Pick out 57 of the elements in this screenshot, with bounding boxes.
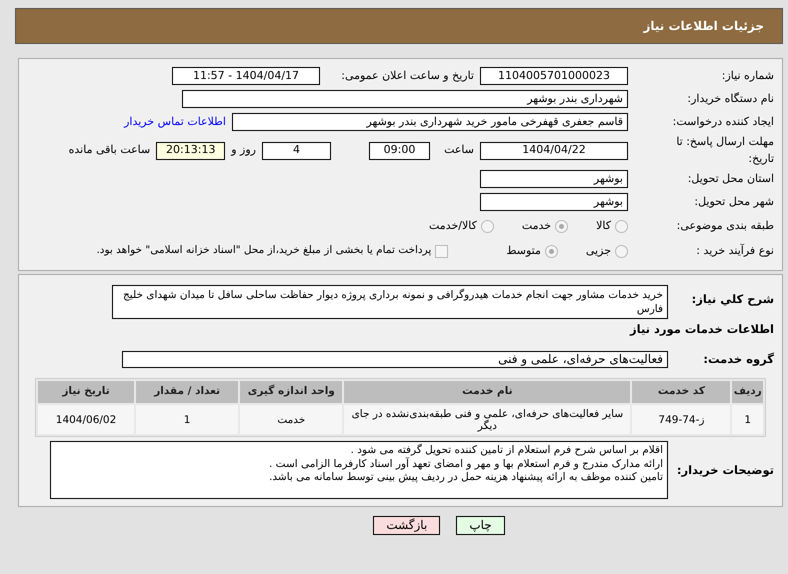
option-label: کالا/خدمت <box>429 218 477 234</box>
option-label: خدمت <box>522 218 552 234</box>
option-label: جزیی <box>586 242 611 259</box>
field-value: 1404/04/22 <box>480 142 628 160</box>
column-header: نام خدمت <box>344 381 630 404</box>
field-value: 4 <box>262 142 331 160</box>
radio-button[interactable] <box>615 244 628 258</box>
description-textarea[interactable]: خرید خدمات مشاور جهت انجام خدمات هیدروگرافی و نمونه برداری پروژه دیوار حفاظت ساحلی سافل تا میدان شهدای خلیج فارس <box>112 285 668 319</box>
contact-link[interactable]: اطلاعات تماس خریدار <box>124 114 226 130</box>
field-label: ساعت <box>443 142 474 158</box>
field-label: ساعت باقی مانده <box>68 142 150 158</box>
column-header: ردیف <box>732 381 763 404</box>
field-label: استان محل تحویل: <box>686 170 774 187</box>
field-label: نام دستگاه خریدار: <box>686 90 774 107</box>
field-value: 1104005701000023 <box>480 67 628 85</box>
field-value: شهرداری بندر بوشهر <box>182 90 628 108</box>
field-label: گروه خدمت: <box>702 350 774 368</box>
table-cell: خدمت <box>240 405 342 434</box>
field-label: ایجاد کننده درخواست: <box>672 114 774 130</box>
checkbox[interactable] <box>435 244 448 258</box>
radio-button[interactable] <box>615 220 628 232</box>
table-cell: 1404/06/02 <box>38 405 134 434</box>
back-button[interactable]: بازگشت <box>373 516 440 536</box>
field-value: 09:00 <box>369 142 430 160</box>
radio-button[interactable] <box>555 220 568 232</box>
column-header: تاریخ نیاز <box>38 381 134 404</box>
table-cell: سایر فعالیت‌های حرفه‌ای، علمی و فنی طبقه‌بندی‌نشده در جای دیگر <box>344 405 630 434</box>
field-label: توضیحات خریدار: <box>676 462 774 479</box>
column-header: کد خدمت <box>632 381 730 404</box>
column-header: واحد اندازه گیری <box>240 381 342 404</box>
field-value: 20:13:13 <box>156 142 226 160</box>
table-cell: 1 <box>136 405 238 434</box>
column-header: تعداد / مقدار <box>136 381 238 404</box>
print-button[interactable]: چاپ <box>456 516 505 536</box>
option-label: متوسط <box>506 242 541 259</box>
field-label: شماره نیاز: <box>720 68 774 84</box>
field-value: 1404/04/17 - 11:57 <box>172 67 320 85</box>
field-label: طبقه بندی موضوعی: <box>676 218 774 234</box>
field-label: شهر محل تحویل: <box>693 194 774 210</box>
notes-textarea[interactable]: اقلام بر اساس شرح فرم استعلام از تامین کننده تحویل گرفته می شود . ارائه مدارک مندرج و فرم استعلام بها و مهر و امضای تعهد آور اسناد کارفرما الزامی است . تامین کننده موظف به ارائه پیشنهاد هزینه حمل در ردیف پیش بینی توسط سامانه می باشد. <box>50 441 668 500</box>
field-value: قاسم جعفری قهفرخی مامور خرید شهرداری بندر بوشهر <box>232 113 628 131</box>
section-heading: اطلاعات خدمات مورد نیاز <box>628 321 774 338</box>
page-header: جزئیات اطلاعات نیاز <box>15 8 783 44</box>
field-label: تاریخ و ساعت اعلان عمومی: <box>340 68 474 84</box>
field-label: مهلت ارسال پاسخ: تا تاریخ: <box>675 134 774 167</box>
field-value: بوشهر <box>480 170 628 188</box>
field-label: شرح کلي نياز: <box>690 291 774 308</box>
field-label: نوع فرآیند خرید : <box>695 242 774 259</box>
field-value: بوشهر <box>480 193 628 211</box>
field-value: فعالیت‌های حرفه‌ای، علمی و فنی <box>122 350 668 368</box>
radio-button[interactable] <box>544 244 558 258</box>
radio-button[interactable] <box>480 220 494 232</box>
table-cell: ز-74-749 <box>632 405 730 434</box>
field-label: روز و <box>231 142 256 158</box>
payment-note: پرداخت تمام یا بخشی از مبلغ خرید،از محل "اسناد خزانه اسلامی" خواهد بود. <box>96 243 432 258</box>
option-label: کالا <box>596 218 611 234</box>
table-cell: 1 <box>732 405 763 434</box>
